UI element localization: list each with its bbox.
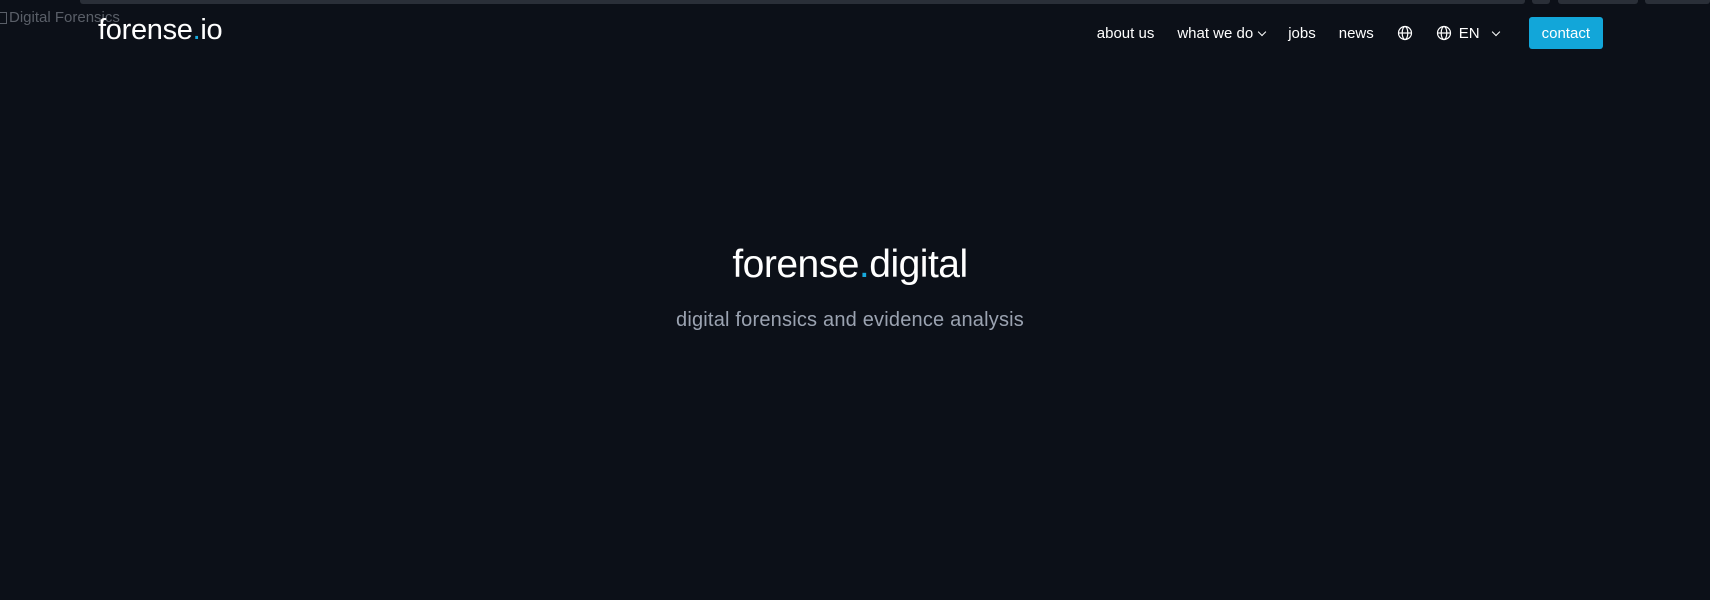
nav-jobs[interactable]: jobs xyxy=(1288,25,1316,42)
nav-news-label: news xyxy=(1338,24,1374,42)
nav-news[interactable]: news xyxy=(1339,25,1374,42)
chevron-down-icon xyxy=(1491,27,1500,36)
globe-icon xyxy=(1397,25,1412,41)
contact-button[interactable]: contact xyxy=(1528,17,1603,49)
hero-title-name: forense xyxy=(732,243,859,286)
site-header: forense.io about us what we do jobs news xyxy=(0,0,1710,66)
hero-title: forense.digital xyxy=(0,240,1700,290)
nav-jobs-label: jobs xyxy=(1288,24,1316,42)
hero-subtitle: digital forensics and evidence analysis xyxy=(676,309,1024,331)
nav-about-us-label: about us xyxy=(1096,24,1155,42)
nav-about-us[interactable]: about us xyxy=(1097,25,1155,42)
hero-title-tld: digital xyxy=(869,243,968,286)
logo-name: forense xyxy=(98,14,193,46)
chevron-down-icon xyxy=(1257,27,1267,36)
site-logo[interactable]: forense.io xyxy=(98,14,223,47)
page: Digital Forensics forense.io about us wh… xyxy=(0,0,1710,600)
main-nav: about us what we do jobs news EN contact xyxy=(1097,17,1603,49)
language-code: EN xyxy=(1458,24,1480,42)
globe-button[interactable] xyxy=(1397,25,1413,41)
globe-icon xyxy=(1436,25,1451,41)
hero-title-dot: . xyxy=(858,243,870,286)
nav-what-we-do-label: what we do xyxy=(1177,24,1254,42)
nav-what-we-do[interactable]: what we do xyxy=(1177,24,1267,42)
hero: forense.digital digital forensics and ev… xyxy=(0,240,1700,332)
language-selector[interactable]: EN xyxy=(1436,24,1500,42)
logo-tld: io xyxy=(200,14,223,46)
